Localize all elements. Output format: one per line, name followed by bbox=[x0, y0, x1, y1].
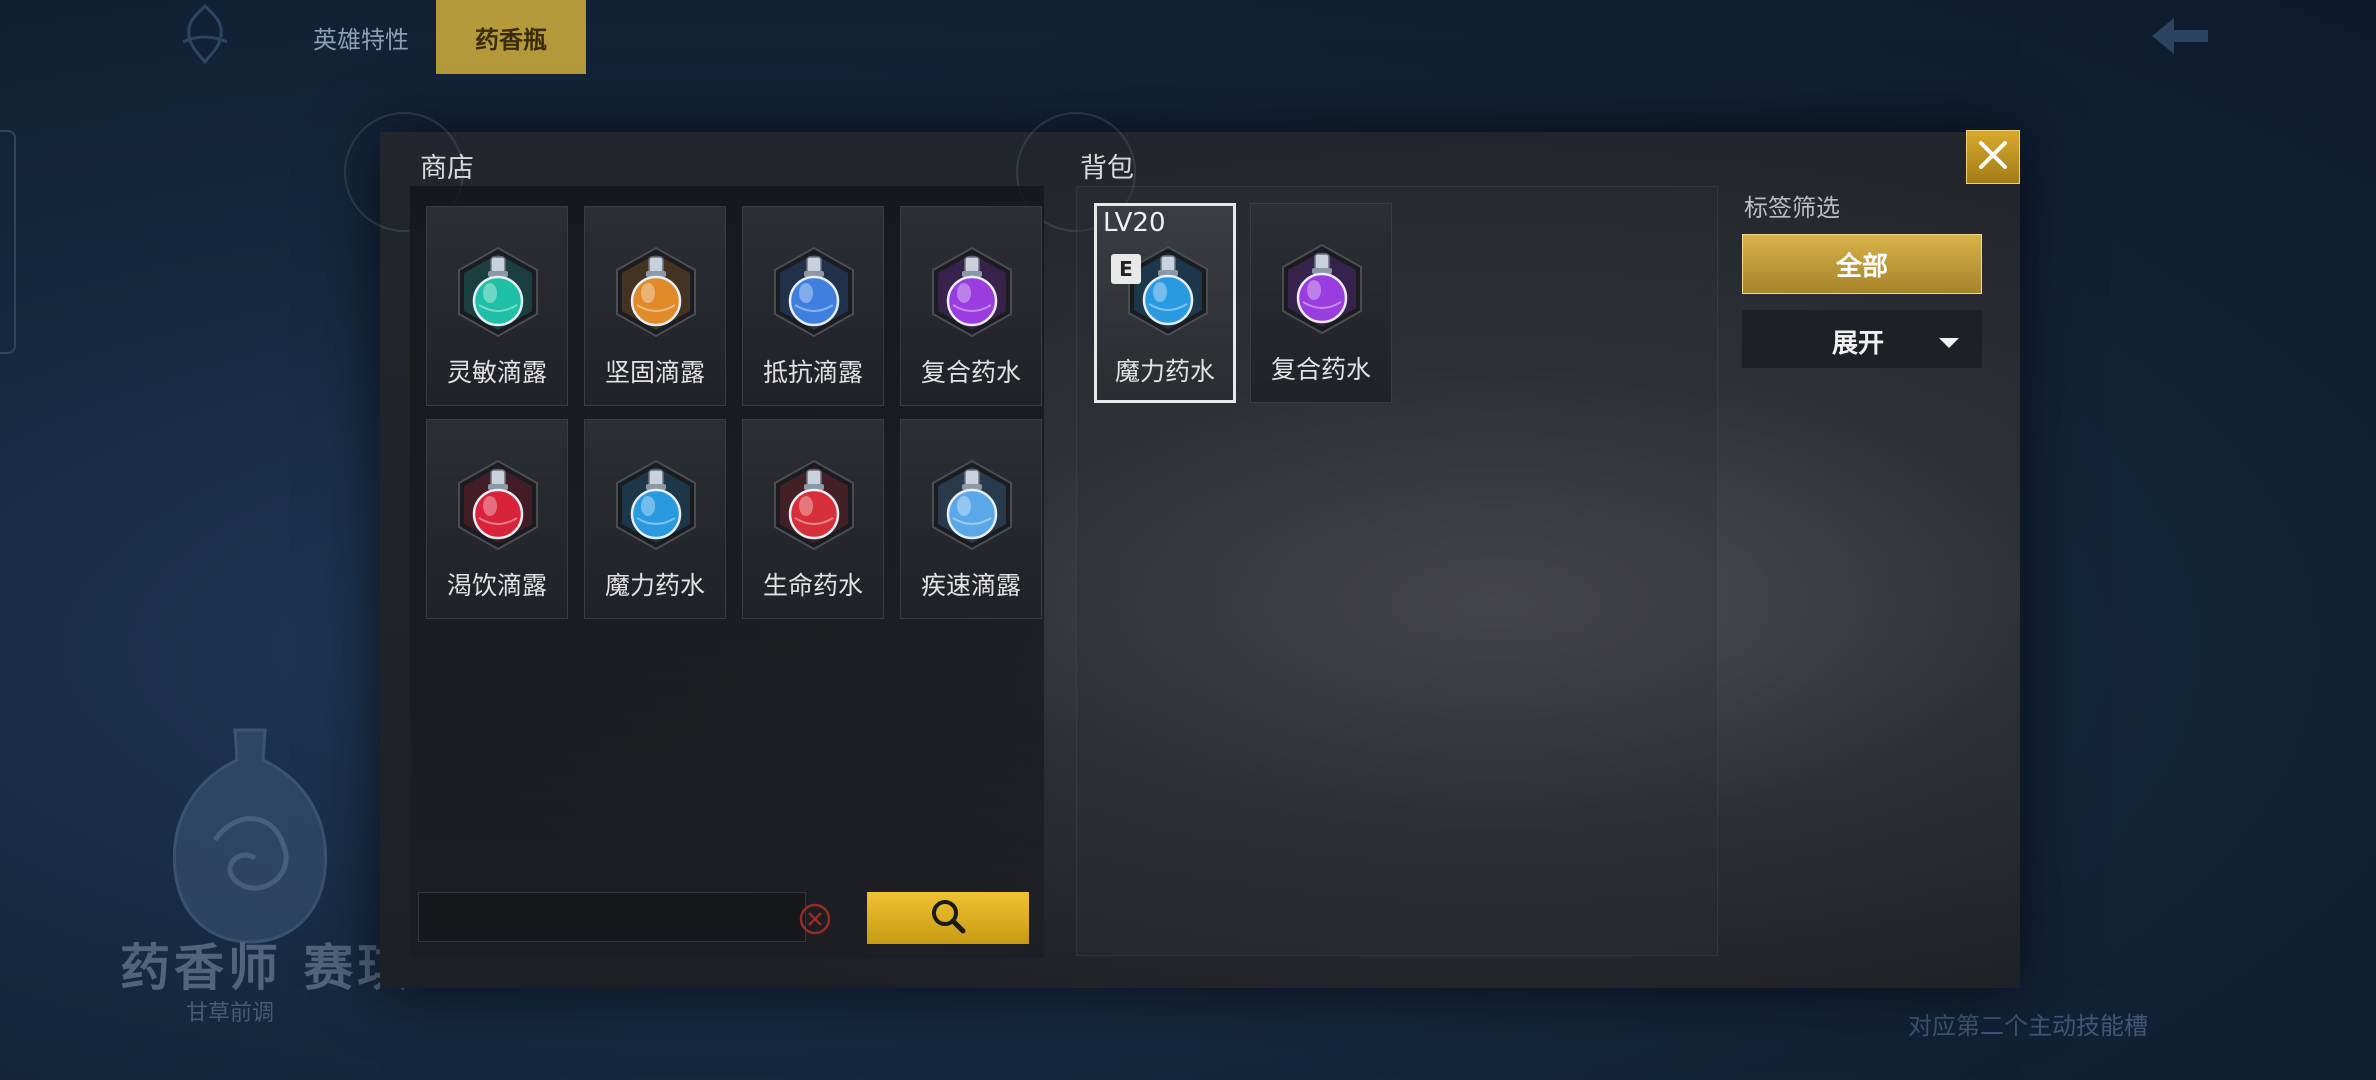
red-potion-icon bbox=[451, 458, 545, 552]
tab-potion-bottle[interactable]: 药香瓶 bbox=[436, 0, 586, 74]
shop-item[interactable]: 魔力药水 bbox=[584, 419, 726, 619]
bag-item[interactable]: 复合药水 bbox=[1250, 203, 1392, 403]
orange-shield-potion-icon bbox=[609, 245, 703, 339]
shop-item[interactable]: 抵抗滴露 bbox=[742, 206, 884, 406]
green-teal-potion-icon bbox=[451, 245, 545, 339]
tag-filter-title: 标签筛选 bbox=[1744, 194, 1840, 222]
skill-slot-note: 对应第二个主动技能槽 bbox=[1908, 1012, 2148, 1040]
shop-item-label: 抵抗滴露 bbox=[762, 358, 863, 387]
filter-all-button[interactable]: 全部 bbox=[1742, 234, 1982, 294]
hero-name: 药香师 赛琪 bbox=[120, 939, 412, 997]
shop-item-label: 复合药水 bbox=[920, 358, 1021, 387]
shop-item-label: 生命药水 bbox=[762, 571, 863, 600]
blue-orange-potion-icon bbox=[767, 245, 861, 339]
shop-item[interactable]: 灵敏滴露 bbox=[426, 206, 568, 406]
potion-vase-icon bbox=[155, 720, 345, 950]
expand-dropdown[interactable]: 展开 bbox=[1742, 310, 1982, 368]
light-blue-potion-icon bbox=[925, 458, 1019, 552]
purple-potion-icon bbox=[1275, 242, 1369, 336]
filter-all-label: 全部 bbox=[1835, 251, 1888, 282]
hero-emblem-icon bbox=[165, 2, 245, 66]
shop-item-label: 魔力药水 bbox=[604, 571, 705, 600]
bag-item[interactable]: LV20 E 魔力药水 bbox=[1094, 203, 1236, 403]
search-input[interactable] bbox=[418, 892, 806, 942]
shop-item[interactable]: 复合药水 bbox=[900, 206, 1042, 406]
shop-title: 商店 bbox=[420, 153, 474, 184]
back-arrow-icon[interactable] bbox=[2148, 14, 2212, 58]
shop-item[interactable]: 渴饮滴露 bbox=[426, 419, 568, 619]
close-icon bbox=[1977, 139, 2009, 175]
tab-hero-traits[interactable]: 英雄特性 bbox=[290, 0, 432, 74]
expand-label: 展开 bbox=[1832, 329, 1885, 359]
top-bar: 英雄特性 药香瓶 bbox=[0, 0, 2376, 76]
equipped-badge: E bbox=[1111, 254, 1141, 284]
blue-potion-icon bbox=[609, 458, 703, 552]
shop-item-label: 坚固滴露 bbox=[604, 358, 705, 387]
shop-item[interactable]: 疾速滴露 bbox=[900, 419, 1042, 619]
bag-item-label: 魔力药水 bbox=[1114, 357, 1215, 386]
chevron-down-icon bbox=[1938, 334, 1960, 353]
clear-search-icon[interactable] bbox=[798, 902, 832, 936]
purple-potion-icon bbox=[925, 245, 1019, 339]
red-green-potion-icon bbox=[767, 458, 861, 552]
shop-item[interactable]: 生命药水 bbox=[742, 419, 884, 619]
close-button[interactable] bbox=[1966, 130, 2020, 184]
bag-item-label: 复合药水 bbox=[1270, 355, 1371, 384]
search-button[interactable] bbox=[867, 892, 1029, 944]
level-tag: LV20 bbox=[1103, 208, 1166, 238]
bag-title: 背包 bbox=[1080, 153, 1134, 184]
side-panel-handle[interactable] bbox=[0, 130, 16, 354]
shop-item-label: 渴饮滴露 bbox=[446, 571, 547, 600]
shop-item-label: 疾速滴露 bbox=[920, 571, 1021, 600]
search-icon bbox=[928, 896, 968, 940]
hero-subtitle: 甘草前调 bbox=[186, 1001, 275, 1026]
shop-item-label: 灵敏滴露 bbox=[446, 358, 547, 387]
shop-item[interactable]: 坚固滴露 bbox=[584, 206, 726, 406]
